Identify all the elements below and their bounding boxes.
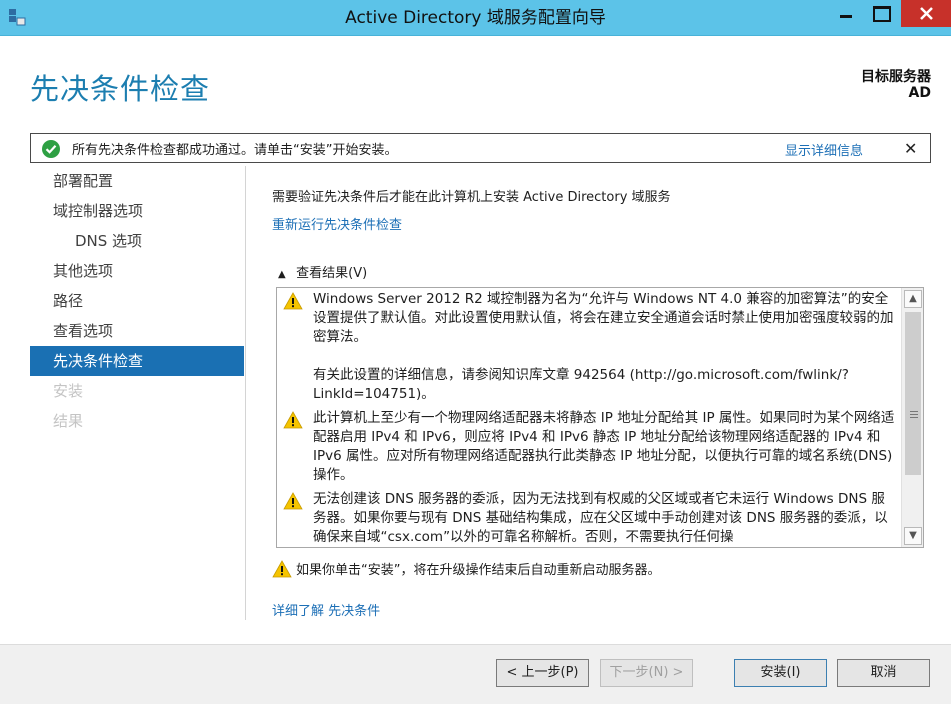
nav-item-results: 结果 [53, 412, 84, 430]
nav-divider [245, 166, 246, 620]
results-list[interactable]: Windows Server 2012 R2 域控制器为名为“允许与 Windo… [276, 287, 924, 548]
nav-item-dc-options[interactable]: 域控制器选项 [30, 196, 244, 226]
warning-icon [283, 292, 303, 310]
nav-item-installation: 安装 [53, 382, 84, 400]
nav-item-dns-options[interactable]: DNS 选项 [30, 226, 244, 256]
warning-icon [283, 411, 303, 429]
page-title: 先决条件检查 [30, 72, 211, 106]
install-button[interactable]: 安装(I) [734, 659, 827, 687]
close-icon [920, 7, 933, 20]
rerun-check-link[interactable]: 重新运行先决条件检查 [272, 214, 402, 233]
notification-message: 所有先决条件检查都成功通过。请单击“安装”开始安装。 [72, 143, 398, 158]
result-text: 此计算机上至少有一个物理网络适配器未将静态 IP 地址分配给其 IP 属性。如果… [313, 410, 895, 483]
dismiss-notification-icon[interactable]: ✕ [904, 139, 917, 158]
result-text: Windows Server 2012 R2 域控制器为名为“允许与 Windo… [313, 291, 894, 345]
result-text: 无法创建该 DNS 服务器的委派，因为无法找到有权威的父区域或者它未运行 Win… [313, 491, 888, 545]
nav-item-additional-options[interactable]: 其他选项 [30, 256, 244, 286]
view-results-label: 查看结果(V) [296, 266, 368, 281]
result-text: 有关此设置的详细信息，请参阅知识库文章 942564 (http://go.mi… [313, 367, 849, 402]
scroll-up-button[interactable]: ▲ [904, 290, 922, 308]
list-item: 此计算机上至少有一个物理网络适配器未将静态 IP 地址分配给其 IP 属性。如果… [277, 409, 899, 485]
results-scrollbar[interactable]: ▲ ▼ [901, 288, 923, 547]
intro-text: 需要验证先决条件后才能在此计算机上安装 Active Directory 域服务 [272, 190, 671, 205]
list-item: 无法创建该 DNS 服务器的委派，因为无法找到有权威的父区域或者它未运行 Win… [277, 490, 899, 547]
view-results-toggle[interactable]: ▲ 查看结果(V) [278, 262, 367, 281]
warning-icon [283, 492, 303, 510]
nav-item-prerequisites-check[interactable]: 先决条件检查 [30, 346, 244, 376]
cancel-button[interactable]: 取消 [837, 659, 930, 687]
next-button: 下一步(N) > [600, 659, 693, 687]
restart-note-text: 如果你单击“安装”，将在升级操作结束后自动重新启动服务器。 [296, 563, 661, 578]
notification-bar: 所有先决条件检查都成功通过。请单击“安装”开始安装。 显示详细信息 ✕ [30, 133, 931, 163]
nav-item-paths[interactable]: 路径 [30, 286, 244, 316]
list-item: Windows Server 2012 R2 域控制器为名为“允许与 Windo… [277, 290, 899, 404]
scroll-thumb[interactable] [905, 312, 921, 475]
nav-item-review-options[interactable]: 查看选项 [30, 316, 244, 346]
footer-bar: < 上一步(P) 下一步(N) > 安装(I) 取消 [0, 644, 951, 704]
success-check-icon [42, 140, 60, 158]
warning-icon [272, 560, 292, 578]
nav-item-deployment-config[interactable]: 部署配置 [30, 166, 244, 196]
chevron-up-icon: ▲ [278, 269, 286, 280]
maximize-button[interactable] [865, 0, 895, 27]
window-title: Active Directory 域服务配置向导 [345, 8, 606, 28]
learn-more-link[interactable]: 详细了解 先决条件 [272, 600, 380, 619]
target-server-label: 目标服务器 [861, 69, 931, 85]
title-bar: Active Directory 域服务配置向导 [0, 0, 951, 36]
show-details-link[interactable]: 显示详细信息 [785, 140, 863, 159]
previous-button[interactable]: < 上一步(P) [496, 659, 589, 687]
wizard-nav: 部署配置 域控制器选项 DNS 选项 其他选项 路径 查看选项 先决条件检查 安… [30, 166, 244, 436]
grip-icon [910, 411, 918, 418]
target-server-value: AD [908, 85, 931, 101]
close-window-button[interactable] [901, 0, 951, 27]
scroll-down-button[interactable]: ▼ [904, 527, 922, 545]
minimize-button[interactable] [831, 0, 861, 27]
